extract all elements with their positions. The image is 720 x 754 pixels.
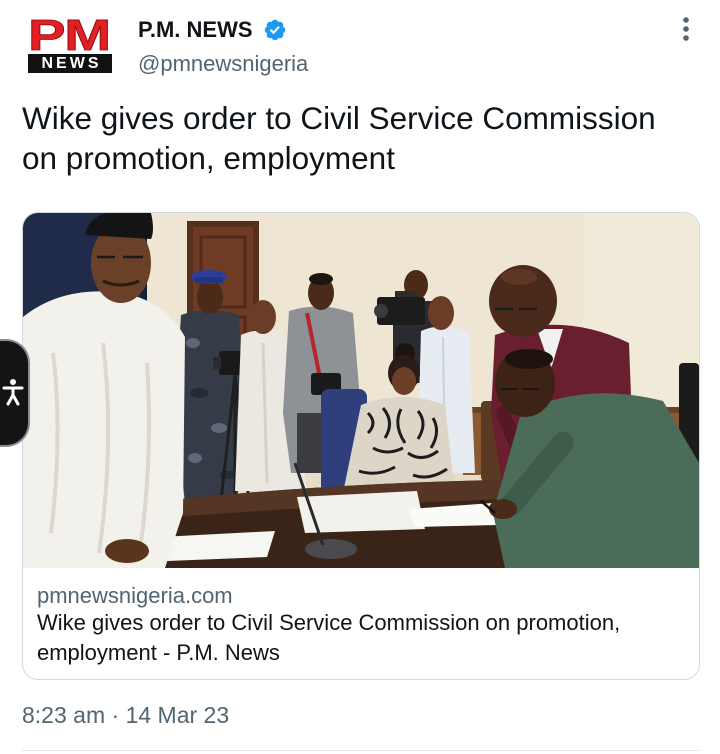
more-options-icon[interactable] — [680, 16, 692, 42]
accessibility-icon — [2, 379, 24, 406]
link-card[interactable]: pmnewsnigeria.com Wike gives order to Ci… — [22, 212, 700, 680]
divider — [22, 750, 700, 751]
display-name[interactable]: P.M. NEWS — [138, 16, 253, 44]
card-domain: pmnewsnigeria.com — [37, 583, 233, 608]
tweet-text: Wike gives order to Civil Service Commis… — [22, 100, 656, 176]
timestamp[interactable]: 8:23 am · 14 Mar 23 — [22, 700, 229, 730]
logo-pm-text: PM — [27, 11, 111, 60]
accessibility-button[interactable] — [0, 341, 28, 445]
avatar[interactable]: PM NEWS — [27, 13, 112, 73]
timestamp-separator: · — [111, 702, 120, 728]
handle[interactable]: @pmnewsnigeria — [138, 50, 308, 78]
card-title: Wike gives order to Civil Service Commis… — [37, 610, 621, 665]
card-image[interactable] — [23, 213, 699, 568]
tweet-time[interactable]: 8:23 am — [22, 702, 105, 728]
logo-news-text: NEWS — [28, 54, 112, 73]
verified-badge-icon[interactable] — [263, 18, 287, 42]
tweet-date[interactable]: 14 Mar 23 — [126, 702, 230, 728]
